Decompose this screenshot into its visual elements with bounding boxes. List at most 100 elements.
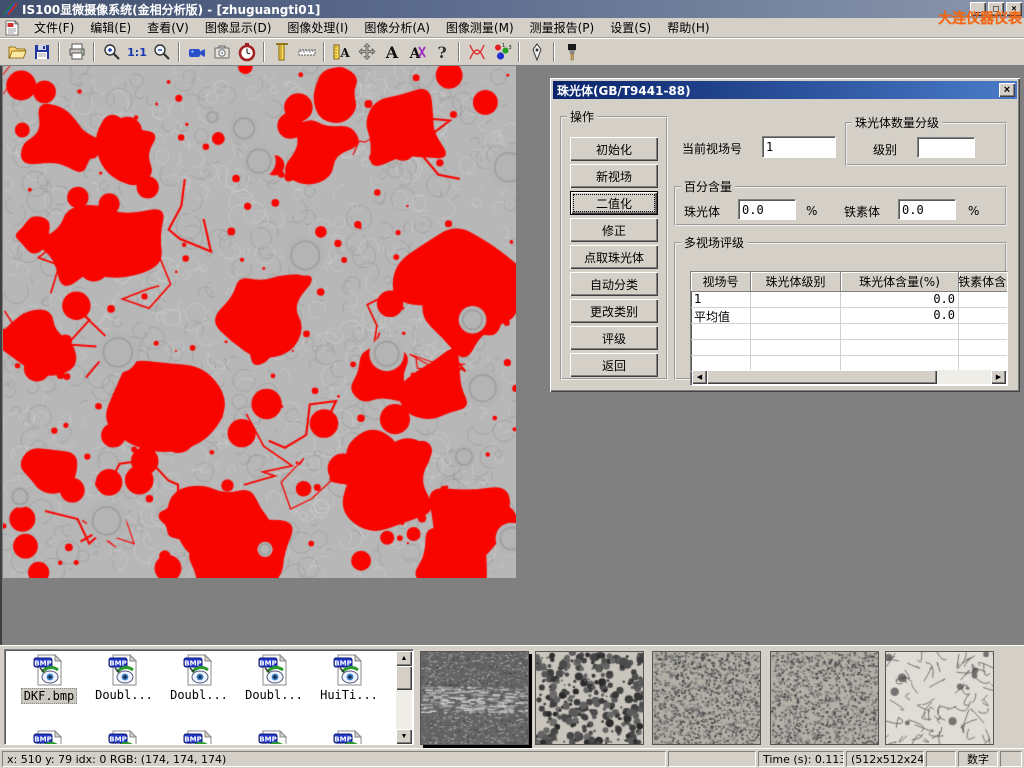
bmp-file-icon: BMP xyxy=(107,654,141,686)
table-row-1[interactable]: 10.0 xyxy=(691,292,1007,308)
table-row-4[interactable] xyxy=(691,340,1007,356)
help-button[interactable]: ? xyxy=(429,40,454,64)
open-button[interactable] xyxy=(4,40,29,64)
scroll-down-icon[interactable]: ▼ xyxy=(396,729,412,744)
file-item-4[interactable]: BMP Doubl... xyxy=(238,654,310,702)
actual-size-button[interactable]: 1:1 xyxy=(124,40,149,64)
rating-table[interactable]: 视场号珠光体级别珠光体含量(%)铁素体含量(%) 10.0平均值0.0 ◀ ▶ xyxy=(690,271,1008,386)
h-scroll-thumb[interactable] xyxy=(707,370,937,384)
file-item-1[interactable]: BMPDKF.bmp xyxy=(13,654,85,704)
op-button-3[interactable]: 二值化 xyxy=(570,191,658,215)
op-button-8[interactable]: 评级 xyxy=(570,326,658,350)
restore-button[interactable]: □ xyxy=(988,2,1004,16)
status-mode: 数字 xyxy=(958,751,998,767)
file-item-row2-2[interactable]: BMP xyxy=(88,730,160,745)
file-browser[interactable]: BMPDKF.bmpBMPDoubl...BMPDoubl...BMPDoubl… xyxy=(4,649,414,745)
op-button-7[interactable]: 更改类别 xyxy=(570,299,658,323)
dialog-close-icon[interactable]: × xyxy=(999,83,1015,97)
menu-item-6[interactable]: 图像分析(A) xyxy=(356,17,438,38)
close-button[interactable]: × xyxy=(1006,2,1022,16)
table-cell: 1 xyxy=(691,292,751,308)
scroll-left-icon[interactable]: ◀ xyxy=(692,370,707,384)
file-label[interactable]: Doubl... xyxy=(168,688,230,702)
timer-button[interactable] xyxy=(234,40,259,64)
op-button-6[interactable]: 自动分类 xyxy=(570,272,658,296)
menu-item-7[interactable]: 图像测量(M) xyxy=(438,17,522,38)
status-image-size: (512x512x24) xyxy=(846,751,924,767)
save-icon xyxy=(32,42,52,62)
curve-button[interactable] xyxy=(464,40,489,64)
scroll-up-icon[interactable]: ▲ xyxy=(396,651,412,666)
bmp-file-icon: BMP xyxy=(257,654,291,686)
menu-item-9[interactable]: 设置(S) xyxy=(602,17,659,38)
table-col-header-2[interactable]: 珠光体级别 xyxy=(751,272,841,292)
metallographic-image-binarized[interactable] xyxy=(3,66,516,578)
video-camera-button[interactable] xyxy=(184,40,209,64)
file-item-row2-3[interactable]: BMP xyxy=(163,730,235,745)
file-item-2[interactable]: BMP Doubl... xyxy=(88,654,160,702)
menu-bar: 文件(F)编辑(E)查看(V)图像显示(D)图像处理(I)图像分析(A)图像测量… xyxy=(0,18,1024,38)
text-edit-button[interactable]: A xyxy=(404,40,429,64)
caliper-button[interactable] xyxy=(269,40,294,64)
picker-button[interactable] xyxy=(524,40,549,64)
zoom-in-button[interactable] xyxy=(99,40,124,64)
status-empty-3 xyxy=(1000,751,1022,767)
table-col-header-1[interactable]: 视场号 xyxy=(691,272,751,292)
photo-camera-button[interactable] xyxy=(209,40,234,64)
print-button[interactable] xyxy=(64,40,89,64)
table-row-3[interactable] xyxy=(691,324,1007,340)
menu-item-5[interactable]: 图像处理(I) xyxy=(279,17,356,38)
measure-text-button[interactable]: A xyxy=(329,40,354,64)
menu-item-1[interactable]: 文件(F) xyxy=(26,17,82,38)
thumbnail-3[interactable] xyxy=(652,651,761,745)
menu-item-2[interactable]: 编辑(E) xyxy=(82,17,139,38)
menu-item-3[interactable]: 查看(V) xyxy=(139,17,197,38)
current-field-input[interactable] xyxy=(762,136,836,158)
level-input[interactable] xyxy=(917,137,975,158)
ruler-button[interactable] xyxy=(294,40,319,64)
curve-icon xyxy=(467,42,487,62)
op-button-2[interactable]: 新视场 xyxy=(570,164,658,188)
file-item-row2-4[interactable]: BMP xyxy=(238,730,310,745)
menu-item-8[interactable]: 测量报告(P) xyxy=(522,17,603,38)
file-item-row2-1[interactable]: BMP xyxy=(13,730,85,745)
thumbnail-1[interactable] xyxy=(420,651,529,745)
pearlite-percent-input[interactable] xyxy=(738,199,796,220)
file-item-3[interactable]: BMPDoubl... xyxy=(163,654,235,702)
table-h-scrollbar[interactable]: ◀ ▶ xyxy=(692,370,1006,384)
file-label[interactable]: Doubl... xyxy=(93,688,155,702)
table-cell xyxy=(959,324,1008,340)
dialog-title-bar[interactable]: 珠光体(GB/T9441-88) × xyxy=(553,81,1017,99)
thumbnail-5[interactable] xyxy=(885,651,994,745)
thumbnail-4[interactable] xyxy=(770,651,879,745)
thumbnail-2[interactable] xyxy=(535,651,644,745)
op-button-5[interactable]: 点取珠光体 xyxy=(570,245,658,269)
save-button[interactable] xyxy=(29,40,54,64)
op-button-4[interactable]: 修正 xyxy=(570,218,658,242)
open-icon xyxy=(7,42,27,62)
file-label[interactable]: HuiTi... xyxy=(318,688,380,702)
file-browser-scrollbar[interactable]: ▲▼ xyxy=(396,651,412,744)
file-label[interactable]: DKF.bmp xyxy=(21,688,78,704)
v-scroll-thumb[interactable] xyxy=(396,666,412,690)
minimize-button[interactable]: _ xyxy=(970,2,986,16)
table-cell xyxy=(959,340,1008,356)
zoom-out-button[interactable] xyxy=(149,40,174,64)
scroll-right-icon[interactable]: ▶ xyxy=(991,370,1006,384)
text-button[interactable]: A xyxy=(379,40,404,64)
h-scroll-track[interactable] xyxy=(937,370,991,384)
file-item-5[interactable]: BMPHuiTi... xyxy=(313,654,385,702)
op-button-1[interactable]: 初始化 xyxy=(570,137,658,161)
table-col-header-4[interactable]: 铁素体含量(%) xyxy=(959,272,1008,292)
ferrite-percent-input[interactable] xyxy=(898,199,956,220)
move-button[interactable] xyxy=(354,40,379,64)
menu-item-10[interactable]: 帮助(H) xyxy=(659,17,717,38)
op-button-9[interactable]: 返回 xyxy=(570,353,658,377)
brush-button[interactable] xyxy=(559,40,584,64)
table-col-header-3[interactable]: 珠光体含量(%) xyxy=(841,272,959,292)
menu-item-4[interactable]: 图像显示(D) xyxy=(197,17,280,38)
classify-dots-button[interactable]: 13 xyxy=(489,40,514,64)
file-label[interactable]: Doubl... xyxy=(243,688,305,702)
table-row-2[interactable]: 平均值0.0 xyxy=(691,308,1007,324)
file-item-row2-5[interactable]: BMP xyxy=(313,730,385,745)
